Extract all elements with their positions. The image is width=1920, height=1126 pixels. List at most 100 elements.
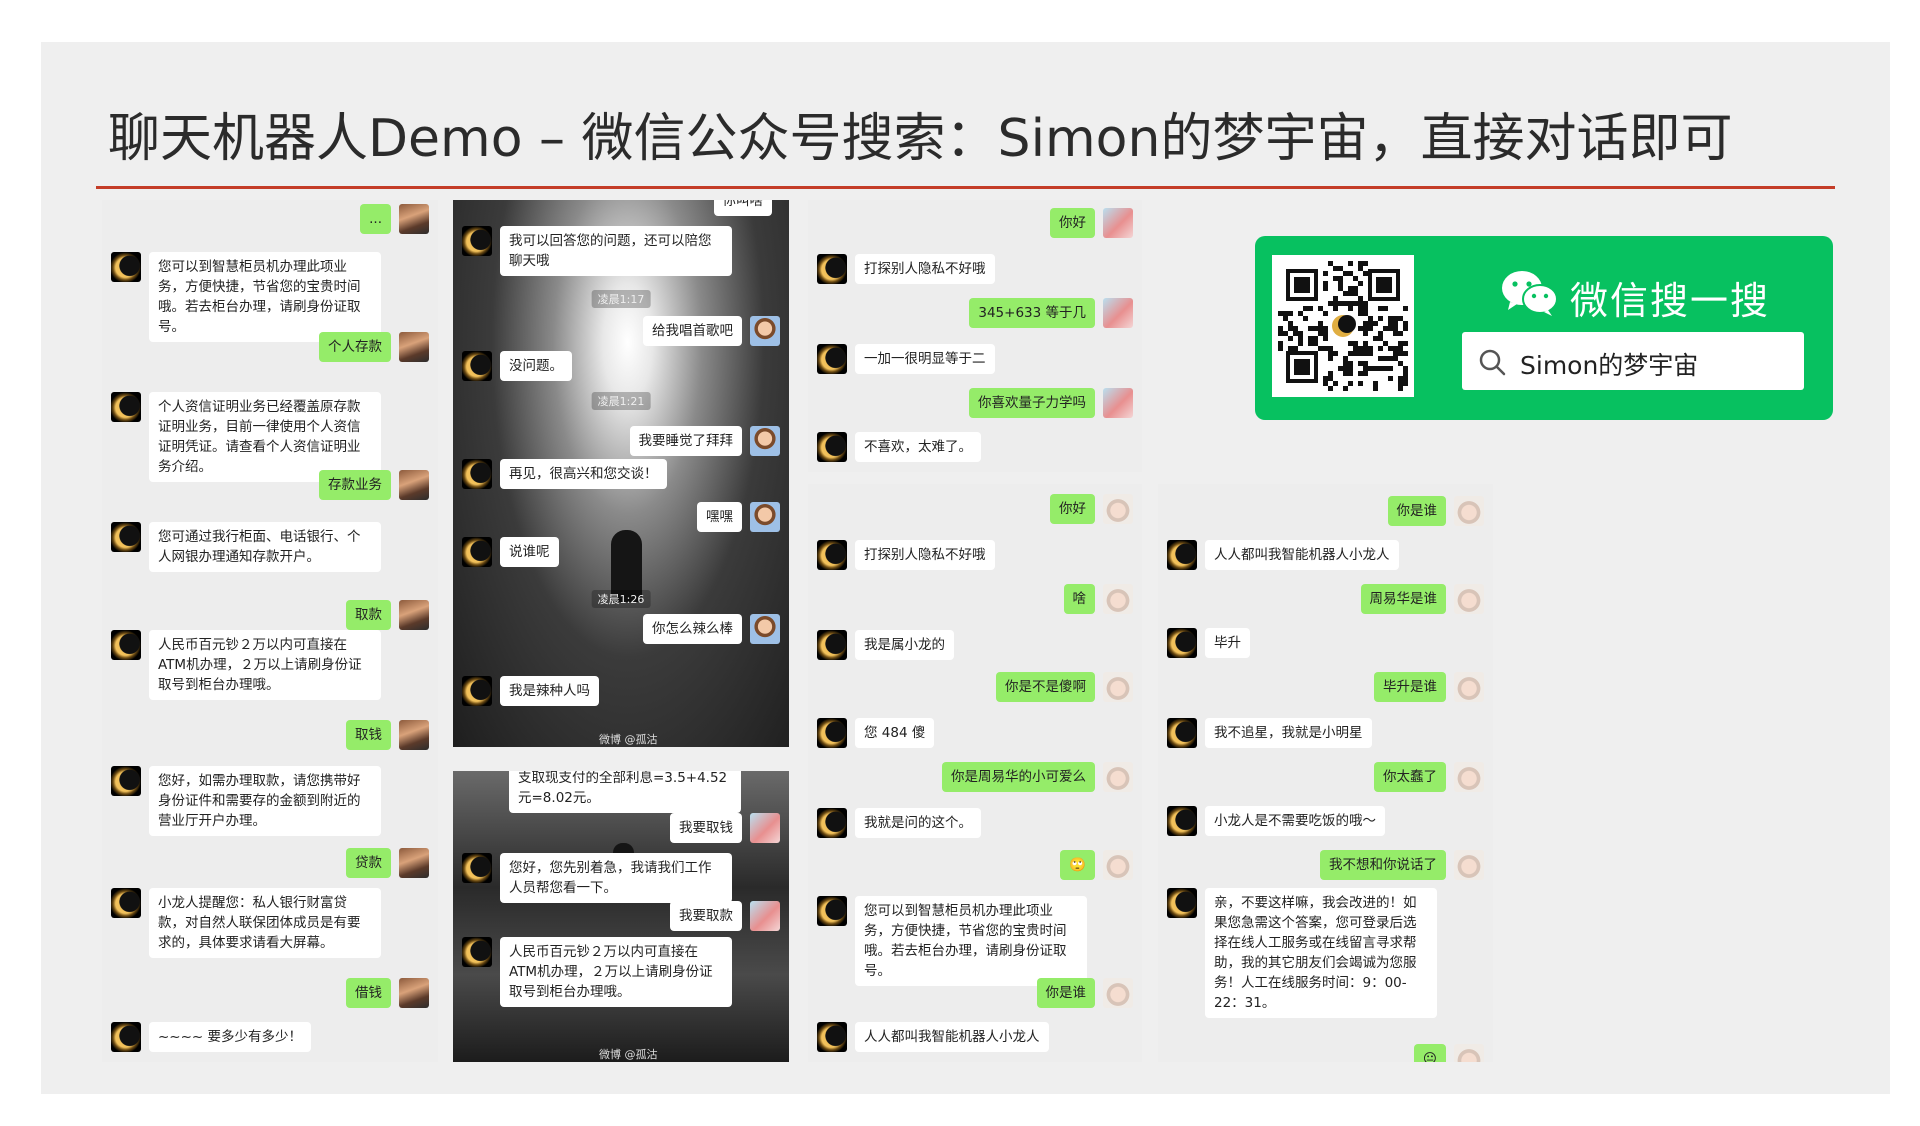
bot-avatar bbox=[462, 676, 492, 706]
bot-message-bubble: 您好，您先别着急，我请我们工作人员帮您看一下。 bbox=[500, 853, 732, 903]
user-avatar bbox=[1454, 850, 1484, 880]
user-message-bubble: 你是周易华的小可爱么 bbox=[942, 762, 1095, 792]
bot-message-bubble: 一加一很明显等于二 bbox=[855, 344, 995, 374]
bot-avatar bbox=[111, 630, 141, 660]
user-message-row: 啥 bbox=[808, 584, 1142, 614]
chat-screenshot-night-sea: 你叫啥 我可以回答您的问题，还可以陪您聊天哦 凌晨1:17 给我唱首歌吧 没问题。 凌晨1… bbox=[453, 200, 789, 747]
user-message-row: 你好 bbox=[808, 208, 1142, 238]
user-message-row: 你是谁 bbox=[1158, 496, 1493, 526]
user-avatar bbox=[1103, 388, 1133, 418]
title-underline bbox=[96, 186, 1835, 189]
user-message-row: 借钱 bbox=[102, 978, 438, 1008]
user-avatar bbox=[750, 316, 780, 346]
bot-avatar bbox=[462, 351, 492, 381]
bot-message-row: 没问题。 bbox=[453, 351, 789, 381]
chat-screenshot-identity: 你好 打探别人隐私不好哦啥我是属小龙的 你是不是傻啊您 484 傻你是周易华的小可爱… bbox=[808, 484, 1142, 1062]
user-avatar bbox=[750, 901, 780, 931]
user-message-row: 我要取钱 bbox=[453, 813, 789, 843]
user-message-bubble: 个人存款 bbox=[319, 332, 391, 362]
bot-avatar bbox=[111, 766, 141, 796]
user-message-bubble: 你是谁 bbox=[1036, 978, 1095, 1008]
bot-message-row: 人民币百元钞２万以内可直接在ATM机办理，２万以上请刷身份证取号到柜台办理哦。 bbox=[102, 630, 438, 700]
user-message-bubble: 我不想和你说话了 bbox=[1320, 850, 1446, 880]
user-avatar bbox=[750, 813, 780, 843]
bot-avatar bbox=[817, 344, 847, 374]
user-message-bubble: 借钱 bbox=[346, 978, 391, 1008]
bot-message-bubble: 人人都叫我智能机器人小龙人 bbox=[1205, 540, 1399, 570]
bot-message-row: 您可以到智慧柜员机办理此项业务，方便快捷，节省您的宝贵时间哦。若去柜台办理，请刷… bbox=[808, 896, 1142, 986]
user-message-bubble: 🙄 bbox=[1060, 850, 1095, 880]
user-message-row: 你是不是傻啊 bbox=[808, 672, 1142, 702]
bot-message-row: 我不追星，我就是小明星 bbox=[1158, 718, 1493, 748]
user-avatar bbox=[1454, 496, 1484, 526]
qr-code-icon bbox=[1272, 255, 1414, 397]
user-message-row: 😐 bbox=[1158, 1044, 1493, 1062]
bot-message-bubble: 我可以回答您的问题，还可以陪您聊天哦 bbox=[500, 226, 732, 276]
user-avatar bbox=[399, 720, 429, 750]
bot-message-row: 我是属小龙的 bbox=[808, 630, 1142, 660]
bot-message-bubble: ~~~~ 要多少有多少！ bbox=[149, 1022, 312, 1052]
user-avatar bbox=[399, 978, 429, 1008]
bot-message-bubble: 人民币百元钞２万以内可直接在ATM机办理，２万以上请刷身份证取号到柜台办理哦。 bbox=[500, 937, 732, 1007]
user-message-row: 贷款 bbox=[102, 848, 438, 878]
bot-message-row: 人民币百元钞２万以内可直接在ATM机办理，２万以上请刷身份证取号到柜台办理哦。 bbox=[453, 937, 789, 1007]
chat-screenshot-night-sea-2: 支取现支付的全部利息=3.5+4.52元=8.02元。 我要取钱 您好，您先别着急，… bbox=[453, 771, 789, 1062]
bot-message-row: 个人资信证明业务已经覆盖原存款证明业务，目前一律使用个人资信证明凭证。请查看个人… bbox=[102, 392, 438, 482]
partial-message-bubble: 你叫啥 bbox=[713, 200, 772, 216]
user-message-row: 你太蠢了 bbox=[1158, 762, 1493, 792]
bot-avatar bbox=[462, 937, 492, 967]
bot-message-row: 您好，如需办理取款，请您携带好身份证件和需要存的金额到附近的营业厅开户办理。 bbox=[102, 766, 438, 836]
user-message-bubble: ... bbox=[360, 204, 391, 234]
bot-avatar bbox=[1167, 540, 1197, 570]
bot-avatar bbox=[817, 896, 847, 926]
user-message-bubble: 取钱 bbox=[346, 720, 391, 750]
bot-message-row: 毕升 bbox=[1158, 628, 1493, 658]
user-avatar bbox=[1103, 762, 1133, 792]
bot-avatar bbox=[817, 540, 847, 570]
user-message-row: 我要睡觉了拜拜 bbox=[453, 426, 789, 456]
bot-message-bubble: 打探别人隐私不好哦 bbox=[855, 540, 995, 570]
bot-message-row: 我是辣种人吗 bbox=[453, 676, 789, 706]
bot-avatar bbox=[817, 432, 847, 462]
user-avatar bbox=[1103, 494, 1133, 524]
bot-message-row: 打探别人隐私不好哦 bbox=[808, 540, 1142, 570]
bot-avatar bbox=[1167, 628, 1197, 658]
bot-message-bubble: 打探别人隐私不好哦 bbox=[855, 254, 995, 284]
user-message-bubble: 你是谁 bbox=[1387, 496, 1446, 526]
wechat-search-label: 微信搜一搜 bbox=[1570, 279, 1771, 323]
timestamp: 凌晨1:17 bbox=[591, 290, 651, 308]
user-message-bubble: 345+633 等于几 bbox=[969, 298, 1095, 328]
bot-message-bubble: 不喜欢，太难了。 bbox=[855, 432, 981, 462]
user-message-row: 我要取款 bbox=[453, 901, 789, 931]
bot-avatar bbox=[817, 630, 847, 660]
user-message-bubble: 你喜欢量子力学吗 bbox=[969, 388, 1095, 418]
bot-message-bubble: 小龙人是不需要吃饭的哦～ bbox=[1205, 806, 1385, 836]
qr-code bbox=[1272, 255, 1414, 397]
bot-message-row: 打探别人隐私不好哦 bbox=[808, 254, 1142, 284]
user-message-row: 取款 bbox=[102, 600, 438, 630]
user-message-bubble: 我要睡觉了拜拜 bbox=[629, 426, 742, 456]
bot-message-row: 说谁呢 bbox=[453, 537, 789, 567]
user-avatar bbox=[1103, 208, 1133, 238]
user-message-bubble: 毕升是谁 bbox=[1374, 672, 1446, 702]
bot-avatar bbox=[817, 1022, 847, 1052]
bot-message-bubble: 您可以到智慧柜员机办理此项业务，方便快捷，节省您的宝贵时间哦。若去柜台办理，请刷… bbox=[149, 252, 381, 342]
bot-message-bubble: 说谁呢 bbox=[500, 537, 559, 567]
bot-message-row: 人人都叫我智能机器人小龙人 bbox=[808, 1022, 1142, 1052]
user-avatar bbox=[1103, 978, 1133, 1008]
bot-message-bubble: 您可以到智慧柜员机办理此项业务，方便快捷，节省您的宝贵时间哦。若去柜台办理，请刷… bbox=[855, 896, 1087, 986]
bot-avatar bbox=[1167, 718, 1197, 748]
chat-screenshot-service: 你是谁 人人都叫我智能机器人小龙人 周易华是谁 毕升 毕升是谁 我不追星，我就是小明星 你太… bbox=[1158, 484, 1493, 1062]
user-message-row: 取钱 bbox=[102, 720, 438, 750]
bot-avatar bbox=[1167, 888, 1197, 918]
bot-message-bubble: 人人都叫我智能机器人小龙人 bbox=[855, 1022, 1049, 1052]
user-message-bubble: 给我唱首歌吧 bbox=[643, 316, 742, 346]
bot-avatar bbox=[111, 392, 141, 422]
bot-message-row: 您好，您先别着急，我请我们工作人员帮您看一下。 bbox=[453, 853, 789, 903]
bot-message-row: 一加一很明显等于二 bbox=[808, 344, 1142, 374]
bot-avatar bbox=[817, 808, 847, 838]
bot-message-bubble: 我就是问的这个。 bbox=[855, 808, 981, 838]
user-avatar bbox=[399, 600, 429, 630]
user-avatar bbox=[750, 502, 780, 532]
watermark: 微博 @孤沽 bbox=[599, 733, 658, 746]
